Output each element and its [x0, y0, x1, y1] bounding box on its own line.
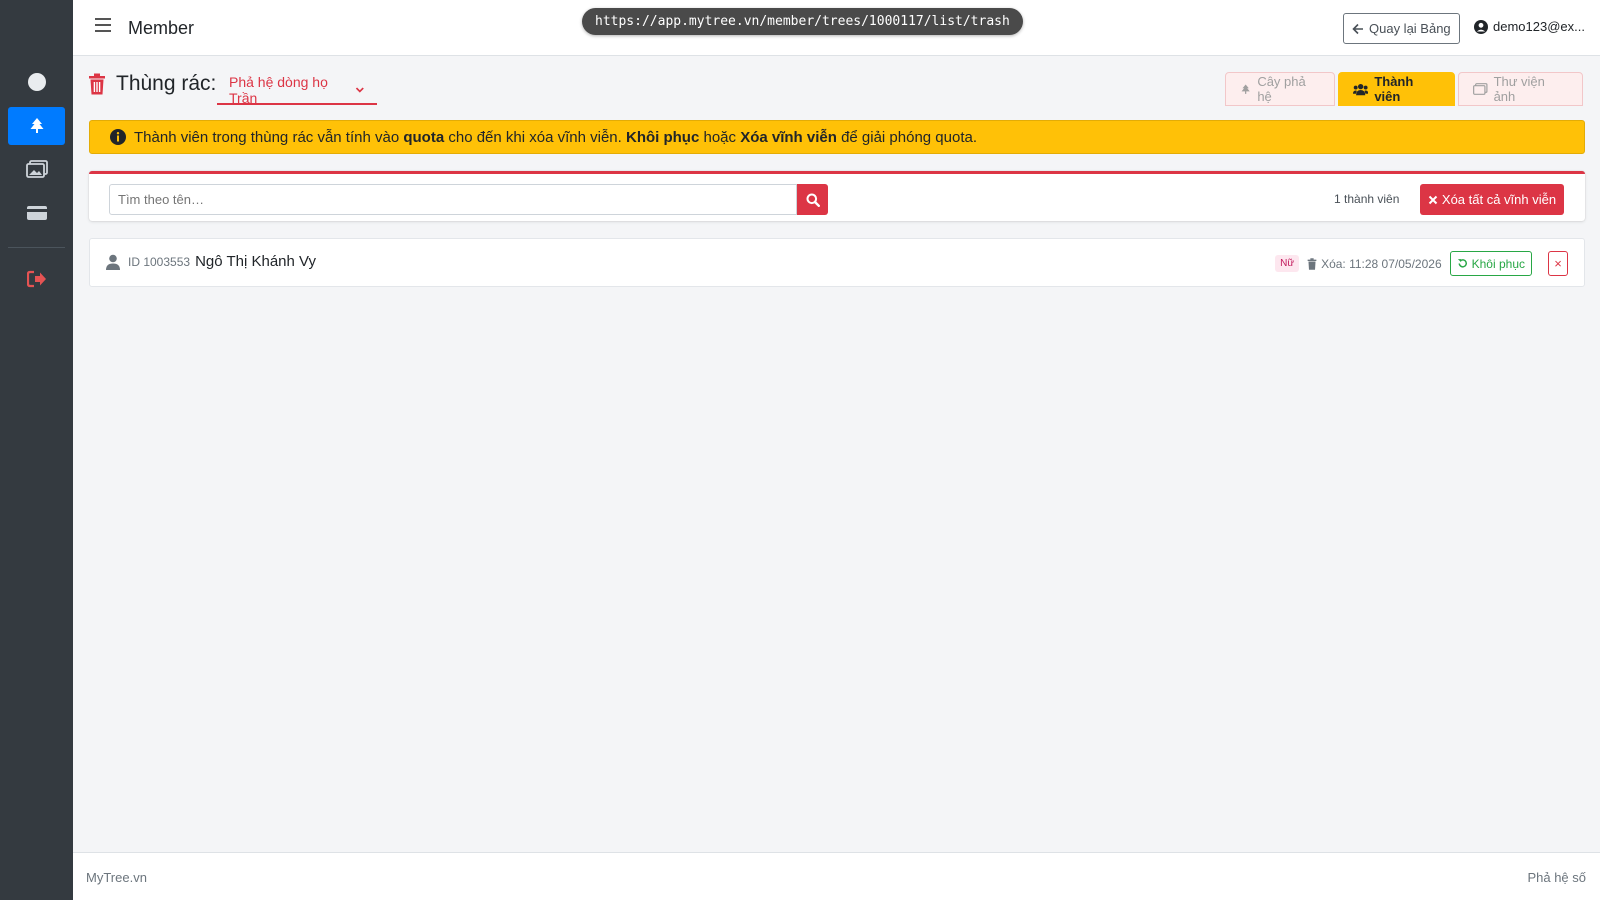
alert-text-3: hoặc [703, 128, 737, 146]
alert-bold-restore: Khôi phục [625, 128, 700, 146]
member-info: ID 1003553 Ngô Thị Khánh Vy [106, 253, 316, 270]
alert-bold-quota: quota [403, 128, 445, 146]
back-to-board-button[interactable]: Quay lại Bảng [1343, 13, 1460, 44]
user-circle-icon [1474, 19, 1488, 34]
images-icon [1473, 83, 1488, 95]
menu-toggle-icon[interactable] [95, 18, 111, 32]
back-button-label: Quay lại Bảng [1369, 21, 1451, 36]
tree-icon [1241, 83, 1250, 94]
gallery-icon [25, 160, 48, 178]
sidebar-item-trees[interactable] [8, 107, 65, 145]
sidebar-divider [8, 247, 65, 248]
tree-select[interactable]: Phả hệ dòng họ Trần [217, 73, 377, 106]
top-navbar: Member https://app.mytree.vn/member/tree… [73, 0, 1600, 56]
member-id: ID 1003553 [128, 254, 191, 269]
user-menu[interactable]: demo123@ex... [1474, 19, 1585, 34]
delete-all-label: Xóa tất cả vĩnh viễn [1441, 192, 1557, 207]
tree-icon [30, 118, 43, 133]
footer-brand: MyTree.vn [86, 870, 147, 885]
delete-permanently-button[interactable]: × [1548, 251, 1568, 276]
gender-badge: Nữ [1275, 255, 1300, 272]
tree-select-value: Phả hệ dòng họ Trần [229, 73, 328, 106]
deleted-timestamp: Xóa: 11:28 07/05/2026 [1307, 257, 1442, 271]
trash-icon [1307, 257, 1317, 270]
sidebar-item-logout[interactable] [8, 260, 65, 298]
tab-members-label: Thành viên [1374, 74, 1414, 104]
member-name: Ngô Thị Khánh Vy [195, 253, 316, 270]
footer-tagline: Phả hệ số [1527, 870, 1586, 885]
delete-all-permanently-button[interactable]: Xóa tất cả vĩnh viễn [1420, 184, 1564, 215]
search-icon [806, 193, 820, 207]
restore-button[interactable]: Khôi phục [1449, 251, 1532, 276]
logout-icon [26, 270, 46, 288]
sidebar [0, 0, 73, 900]
user-icon [106, 254, 120, 270]
info-icon [110, 129, 126, 145]
url-bar: https://app.mytree.vn/member/trees/10001… [582, 8, 1023, 35]
alert-bold-delete: Xóa vĩnh viễn [740, 128, 837, 146]
search-button[interactable] [797, 184, 828, 215]
chevron-down-icon [356, 86, 365, 93]
trash-icon [89, 73, 105, 95]
tab-gallery[interactable]: Thư viện ảnh [1458, 72, 1583, 106]
footer: MyTree.vn Phả hệ số [73, 852, 1600, 900]
alert-text-1: Thành viên trong thùng rác vẫn tính vào [134, 128, 400, 146]
tab-family-tree-label: Cây phả hệ [1257, 74, 1306, 104]
sidebar-item-billing[interactable] [8, 194, 65, 232]
restore-label: Khôi phục [1471, 256, 1525, 271]
user-email: demo123@ex... [1493, 19, 1585, 34]
alert-text-4: để giải phóng quota. [841, 128, 978, 146]
member-actions: Nữ Xóa: 11:28 07/05/2026 Khôi phục × [1275, 251, 1568, 276]
app-title: Member [128, 18, 195, 38]
list-item: ID 1003553 Ngô Thị Khánh Vy Nữ Xóa: 11:2… [89, 238, 1585, 287]
sidebar-item-home[interactable] [8, 63, 65, 101]
tab-gallery-label: Thư viện ảnh [1493, 74, 1545, 104]
page-title: Thùng rác: [116, 72, 217, 95]
deleted-at-text: Xóa: 11:28 07/05/2026 [1321, 256, 1442, 271]
card-icon [26, 206, 47, 220]
close-icon [1428, 195, 1438, 204]
alert-text: Thành viên trong thùng rác vẫn tính vào … [134, 129, 977, 146]
member-count: 1 thành viên [1334, 192, 1400, 206]
page-heading: Thùng rác: [88, 72, 216, 96]
quota-warning-alert: Thành viên trong thùng rác vẫn tính vào … [89, 120, 1585, 154]
users-icon [1353, 83, 1369, 95]
search-card: 1 thành viên Xóa tất cả vĩnh viễn [89, 171, 1585, 221]
alert-text-2: cho đến khi xóa vĩnh viễn. [448, 128, 622, 146]
sidebar-item-gallery[interactable] [8, 150, 65, 188]
arrow-left-icon [1352, 23, 1363, 34]
undo-icon [1457, 259, 1467, 268]
tab-family-tree[interactable]: Cây phả hệ [1225, 72, 1335, 106]
tab-members[interactable]: Thành viên [1338, 72, 1455, 106]
circle-icon [27, 73, 46, 91]
search-input[interactable] [109, 184, 797, 215]
view-tabs: Cây phả hệ Thành viên Thư viện ảnh [1225, 72, 1583, 106]
